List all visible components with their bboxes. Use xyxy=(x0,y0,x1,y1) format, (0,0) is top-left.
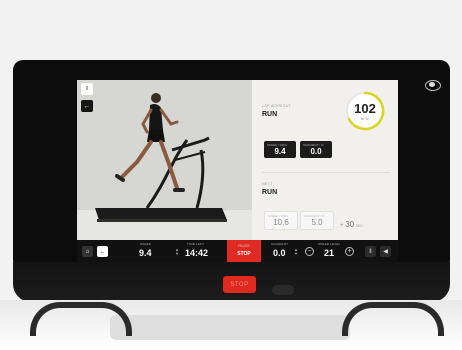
touch-screen: II ← LAP WORKOUT RUN 102 BPM SPEED / KM/… xyxy=(77,80,398,240)
next-speed-value: 10.6 xyxy=(273,218,289,227)
base-plate xyxy=(110,315,350,340)
right-handlebar xyxy=(342,302,444,336)
volume-icon: ◀ xyxy=(383,249,388,255)
stop-button-label: STOP xyxy=(237,251,251,257)
workout-name: RUN xyxy=(262,111,278,118)
camera-lens-icon xyxy=(429,82,435,87)
next-label: NEXT xyxy=(262,182,273,186)
next-duration-unit: SEC xyxy=(355,224,363,228)
bar-time-label: TIME LEFT xyxy=(187,242,205,246)
workout-label: LAP WORKOUT xyxy=(262,104,292,108)
physical-stop-button[interactable]: STOP xyxy=(223,276,256,293)
next-name: RUN xyxy=(262,189,278,196)
volume-button[interactable]: ◀ xyxy=(380,246,391,257)
back-nav-button[interactable]: ← xyxy=(97,246,108,257)
control-bar: ⌂ ← SPEED 9.4 ▲ ▼ TIME LEFT 14:42 PAUSE S… xyxy=(77,240,398,264)
heart-rate-value: 102 xyxy=(354,101,376,116)
level-plus-button[interactable]: + xyxy=(345,247,354,256)
bar-incline-label: GRADIENT xyxy=(271,242,289,246)
stop-button-top-label: PAUSE xyxy=(238,244,250,248)
home-icon: ⌂ xyxy=(85,248,90,255)
console-knob xyxy=(272,285,294,295)
panel-divider xyxy=(262,172,390,173)
time-adjust-arrows[interactable]: ▲ ▼ xyxy=(175,248,179,256)
menu-button[interactable]: II xyxy=(81,83,93,95)
bar-speed-label: SPEED xyxy=(140,242,152,246)
bar-speed-value: 9.4 xyxy=(139,248,152,258)
bar-incline-value: 0.0 xyxy=(273,248,286,258)
current-incline-value: 0.0 xyxy=(310,147,322,156)
current-incline-box: GRADIENT / % 0.0 xyxy=(300,141,332,158)
back-arrow-icon: ← xyxy=(99,248,106,255)
current-speed-value: 9.4 xyxy=(274,147,286,156)
skip-icon: ‖ xyxy=(369,248,372,255)
home-button[interactable]: ⌂ xyxy=(82,246,93,257)
bar-time-value: 14:42 xyxy=(185,248,209,258)
workout-panel: LAP WORKOUT RUN 102 BPM SPEED / KM/H 9.4… xyxy=(252,80,398,240)
back-button[interactable]: ← xyxy=(81,100,93,112)
next-duration: + 30 SEC xyxy=(340,220,363,229)
next-duration-prefix: + xyxy=(340,223,344,229)
next-duration-value: 30 xyxy=(345,220,355,229)
level-minus-button[interactable]: − xyxy=(305,247,314,256)
skip-button[interactable]: ‖ xyxy=(365,246,376,257)
bar-level-label: SPEED LEVEL xyxy=(318,242,341,246)
runner-photo: II ← xyxy=(77,80,252,240)
left-handlebar xyxy=(30,302,132,336)
next-incline-box: GRADIENT / % 5.0 xyxy=(300,211,334,230)
incline-adjust-arrows[interactable]: ▲ ▼ xyxy=(294,248,298,256)
current-speed-box: SPEED / KM/H 9.4 xyxy=(264,141,296,158)
treadmill-runner-illustration xyxy=(77,80,252,240)
heart-rate-unit: BPM xyxy=(360,117,370,121)
bar-level-value: 21 xyxy=(324,248,335,258)
next-incline-value: 5.0 xyxy=(311,218,323,227)
next-speed-box: SPEED / KM/H 10.6 xyxy=(264,211,298,230)
stop-button[interactable]: PAUSE STOP xyxy=(227,240,261,264)
